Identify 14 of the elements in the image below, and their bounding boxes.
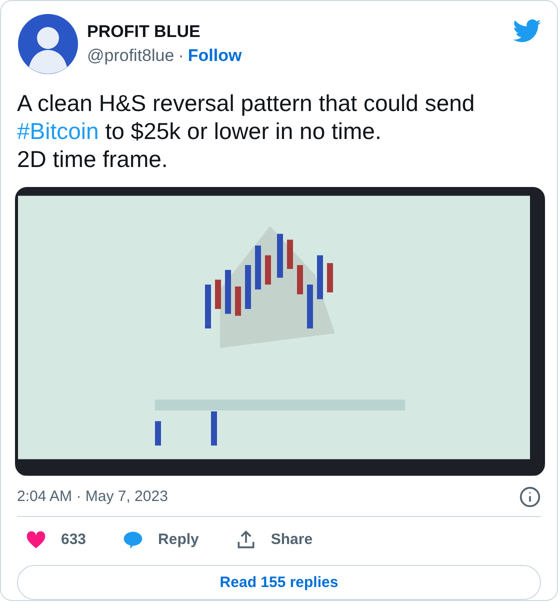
info-icon[interactable] — [519, 486, 541, 508]
timestamp: 2:04 AM · May 7, 2023 — [17, 488, 168, 506]
author-handle: @profit8lue — [87, 46, 174, 66]
avatar[interactable] — [17, 13, 79, 75]
bird-logo-icon — [513, 19, 541, 43]
author-name: PROFIT BLUE — [87, 22, 202, 42]
follow-link[interactable]: Follow — [188, 46, 242, 66]
tweet-text: A clean H&S reversal pattern that could send #Bitcoin to $25k or lower in no time. 2D time frame. — [17, 89, 476, 173]
read-replies-button[interactable]: Read 155 replies — [17, 564, 541, 600]
like-button[interactable]: 633 — [21, 524, 90, 555]
heart-icon — [25, 528, 47, 551]
reply-button[interactable]: Reply — [118, 524, 203, 555]
separator-dot: · — [178, 46, 184, 66]
share-button[interactable]: Share — [230, 524, 317, 555]
